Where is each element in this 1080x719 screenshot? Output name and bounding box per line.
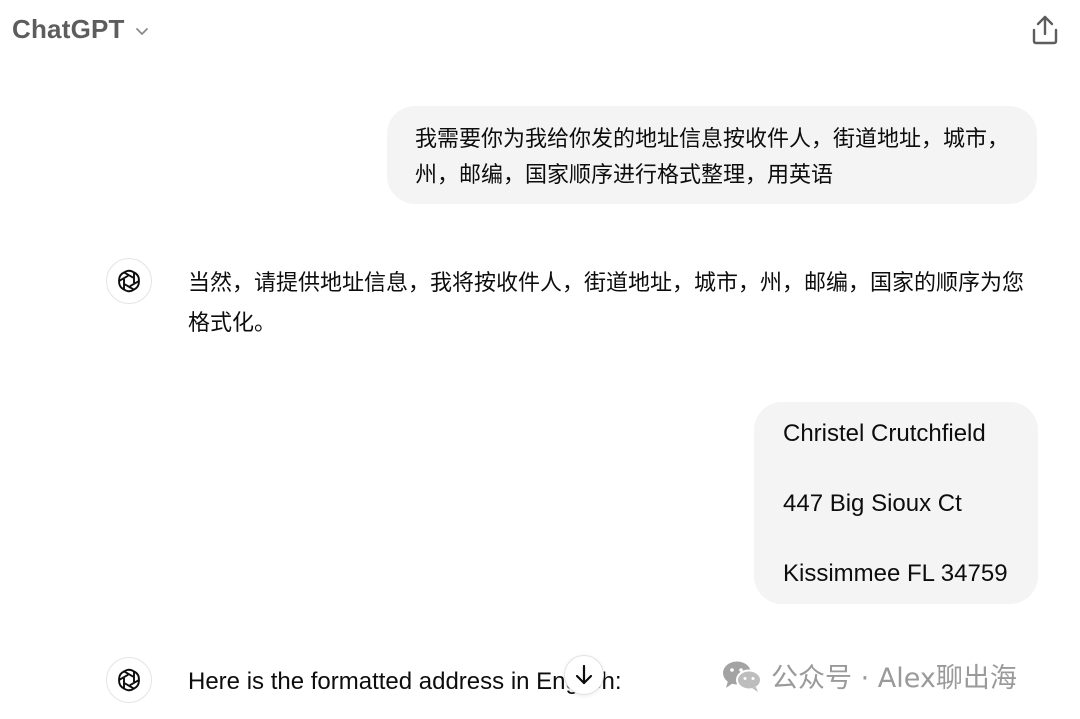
wechat-icon — [723, 661, 762, 692]
app-title: ChatGPT — [12, 14, 125, 44]
openai-logo-icon — [118, 668, 140, 692]
address-line-recipient: Christel Crutchfield — [783, 420, 986, 447]
arrow-down-icon — [575, 664, 593, 685]
assistant-message: 当然，请提供地址信息，我将按收件人，街道地址，城市，州，邮编，国家的顺序为您格式… — [188, 264, 1038, 344]
user-message: Christel Crutchfield 447 Big Sioux Ct Ki… — [754, 402, 1038, 604]
assistant-message-text: Here is the formatted address in English… — [188, 668, 622, 695]
openai-logo-icon — [118, 269, 140, 293]
share-icon — [1032, 15, 1058, 45]
scroll-to-bottom-button[interactable] — [564, 655, 604, 695]
model-selector[interactable]: ChatGPT — [12, 14, 149, 45]
assistant-message: Here is the formatted address in English… — [188, 664, 622, 700]
user-message: 我需要你为我给你发的地址信息按收件人，街道地址，城市，州，邮编，国家顺序进行格式… — [387, 106, 1037, 204]
assistant-avatar — [106, 258, 152, 304]
chat-page: ChatGPT 我需要你为我给你发的地址信息按收件人，街道地址，城市，州，邮编，… — [0, 0, 1080, 719]
watermark: 公众号 · Alex聊出海 — [721, 656, 1017, 695]
address-line-street: 447 Big Sioux Ct — [783, 490, 962, 517]
user-message-text: 我需要你为我给你发的地址信息按收件人，街道地址，城市，州，邮编，国家顺序进行格式… — [415, 127, 1010, 188]
chevron-down-icon — [135, 26, 149, 36]
address-line-city-state-zip: Kissimmee FL 34759 — [783, 560, 1008, 587]
assistant-avatar — [106, 657, 152, 703]
watermark-text: 公众号 · Alex聊出海 — [771, 663, 1017, 694]
assistant-message-text: 当然，请提供地址信息，我将按收件人，街道地址，城市，州，邮编，国家的顺序为您格式… — [188, 271, 1025, 336]
share-button[interactable] — [1028, 12, 1062, 48]
